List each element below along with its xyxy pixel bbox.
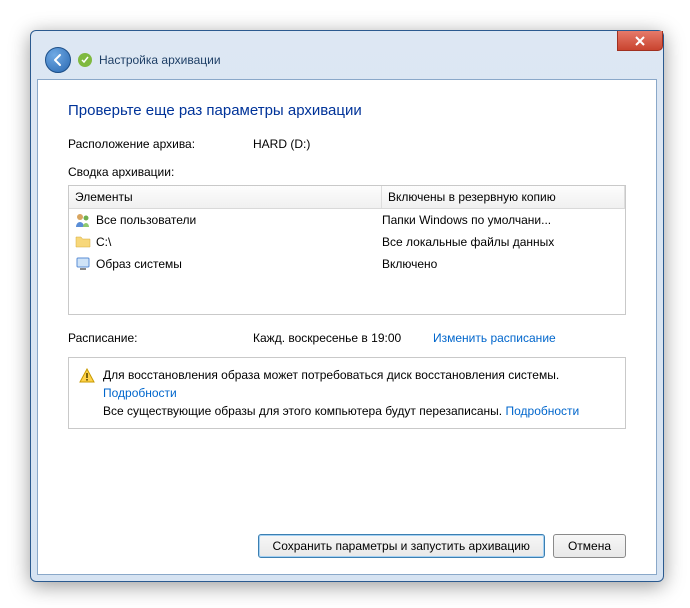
change-schedule-link[interactable]: Изменить расписание (433, 331, 556, 345)
system-image-icon (75, 256, 91, 272)
folder-icon (75, 234, 91, 250)
location-value: HARD (D:) (253, 137, 310, 151)
backup-wizard-icon (77, 52, 93, 68)
users-icon (75, 212, 91, 228)
warning-line1: Для восстановления образа может потребов… (103, 368, 559, 382)
row-name: Образ системы (96, 257, 182, 271)
save-and-run-button[interactable]: Сохранить параметры и запустить архиваци… (258, 534, 545, 558)
button-row: Сохранить параметры и запустить архиваци… (258, 534, 626, 558)
summary-table: Элементы Включены в резервную копию Все … (68, 185, 626, 315)
cancel-button[interactable]: Отмена (553, 534, 626, 558)
location-row: Расположение архива: HARD (D:) (68, 137, 626, 151)
warning-icon (79, 368, 95, 384)
table-row[interactable]: Все пользователи Папки Windows по умолча… (69, 209, 625, 231)
row-included: Папки Windows по умолчани... (382, 213, 619, 227)
details-link-2[interactable]: Подробности (505, 404, 579, 418)
page-heading: Проверьте еще раз параметры архивации (68, 102, 626, 119)
content-area: Проверьте еще раз параметры архивации Ра… (37, 79, 657, 575)
summary-label: Сводка архивации: (68, 165, 626, 179)
back-button[interactable] (45, 47, 71, 73)
table-row[interactable]: Образ системы Включено (69, 253, 625, 275)
header-row: Настройка архивации (37, 37, 657, 79)
schedule-value: Кажд. воскресенье в 19:00 (253, 331, 433, 345)
column-elements[interactable]: Элементы (69, 186, 382, 208)
schedule-label: Расписание: (68, 331, 253, 345)
close-button[interactable] (617, 31, 663, 51)
table-header: Элементы Включены в резервную копию (69, 186, 625, 209)
titlebar-controls (617, 31, 663, 51)
details-link-1[interactable]: Подробности (103, 386, 177, 400)
row-included: Включено (382, 257, 619, 271)
warning-text: Для восстановления образа может потребов… (103, 366, 579, 420)
row-name: Все пользователи (96, 213, 196, 227)
row-name: C:\ (96, 235, 111, 249)
table-row[interactable]: C:\ Все локальные файлы данных (69, 231, 625, 253)
warning-line2: Все существующие образы для этого компью… (103, 404, 502, 418)
dialog-window: Настройка архивации Проверьте еще раз па… (30, 30, 664, 582)
location-label: Расположение архива: (68, 137, 253, 151)
warning-box: Для восстановления образа может потребов… (68, 357, 626, 429)
schedule-row: Расписание: Кажд. воскресенье в 19:00 Из… (68, 331, 626, 345)
header-title: Настройка архивации (99, 53, 221, 67)
column-included[interactable]: Включены в резервную копию (382, 186, 625, 208)
row-included: Все локальные файлы данных (382, 235, 619, 249)
